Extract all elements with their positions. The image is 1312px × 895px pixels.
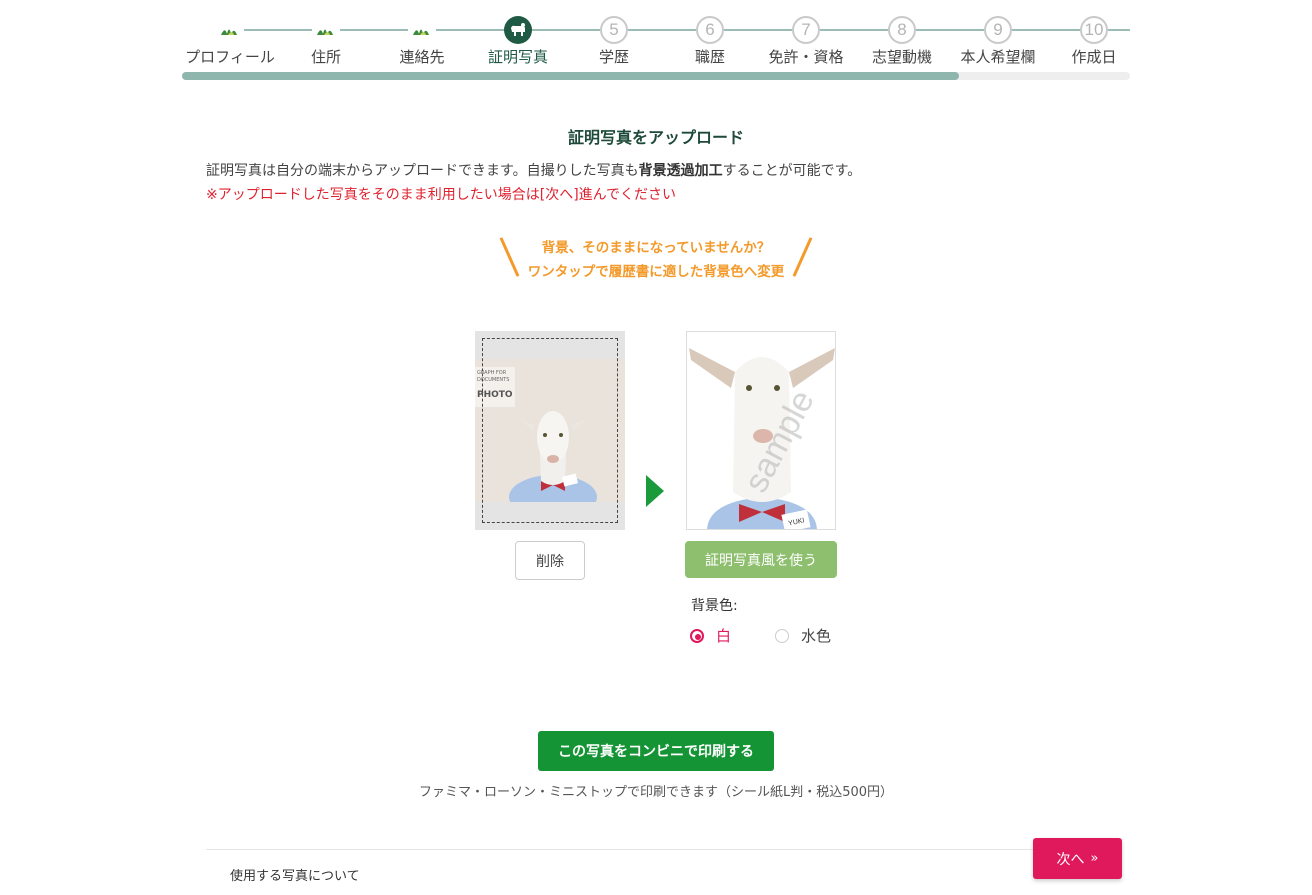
step-licenses[interactable]: 7 免許・資格 [758,14,854,70]
step-label: 住所 [310,48,341,66]
bg-radio-white[interactable]: 白 [690,625,731,646]
goat-icon [504,16,532,44]
grass-icon [312,16,340,44]
step-motivation[interactable]: 8 志望動機 [854,14,950,70]
step-address[interactable]: 住所 [278,14,374,70]
callout-line-1: 背景、そのままになっていませんか？ [541,240,771,256]
next-button-label: 次へ [1056,851,1085,868]
step-label: 作成日 [1071,48,1117,66]
step-number: 9 [984,16,1012,44]
step-number: 7 [792,16,820,44]
description: 証明写真は自分の端末からアップロードできます。自撮りした写真も背景透過加工するこ… [206,160,861,180]
step-number: 8 [888,16,916,44]
arrow-right-icon [646,475,664,507]
print-at-convenience-store-button[interactable]: この写真をコンビニで印刷する [538,731,774,771]
progress-stepper: プロフィール 住所 連絡先 証明写真 5 学歴 6 職歴 7 免許・資格 8 志… [182,14,1130,84]
grass-icon [216,16,244,44]
bg-radio-white-label: 白 [716,627,732,645]
radio-checked-icon [690,628,704,643]
description-text: 証明写真は自分の端末からアップロードできます。自撮りした写真も [206,163,639,179]
grass-icon [408,16,436,44]
bg-radio-lightblue[interactable]: 水色 [775,625,831,646]
callout: 背景、そのままになっていませんか？ ワンタップで履歴書に適した背景色へ変更 [498,234,814,280]
step-number: 10 [1080,16,1108,44]
step-profile[interactable]: プロフィール [182,14,278,70]
divider [206,849,1106,850]
step-work-history[interactable]: 6 職歴 [662,14,758,70]
step-label: プロフィール [185,48,275,66]
progress-bar [182,72,1130,80]
step-date[interactable]: 10 作成日 [1046,14,1142,70]
crop-guide [482,338,618,523]
bg-radio-lightblue-label: 水色 [801,627,832,645]
step-contact[interactable]: 連絡先 [374,14,470,70]
bg-color-label: 背景色: [691,598,738,614]
step-label: 免許・資格 [768,48,844,66]
description-bold: 背景透過加工 [638,163,723,179]
step-education[interactable]: 5 学歴 [566,14,662,70]
step-photo[interactable]: 証明写真 [470,14,566,70]
step-number: 6 [696,16,724,44]
step-label: 証明写真 [487,48,548,66]
step-number: 5 [600,16,628,44]
warning-text: ※アップロードした写真をそのまま利用したい場合は[次へ]進んでください [206,187,676,203]
callout-line-2: ワンタップで履歴書に適した背景色へ変更 [527,264,785,280]
progress-bar-fill [182,72,960,80]
about-photo-link[interactable]: 使用する写真について [230,865,360,884]
next-button[interactable]: 次へ » [1033,838,1122,879]
double-chevron-right-icon: » [1090,851,1099,866]
step-label: 本人希望欄 [960,48,1036,66]
processed-photo: YUKI sample [686,331,836,530]
radio-unchecked-icon [775,628,789,643]
step-label: 職歴 [694,48,725,66]
step-requests[interactable]: 9 本人希望欄 [950,14,1046,70]
description-text-end: することが可能です。 [722,163,862,179]
uploaded-photo[interactable]: GRAPH FOR DOCUMENTS PHOTO [475,331,625,530]
print-note: ファミマ・ローソン・ミニストップで印刷できます（シール紙L判・税込500円） [418,785,894,800]
step-label: 志望動機 [871,48,932,66]
use-idphoto-button[interactable]: 証明写真風を使う [685,541,837,578]
delete-button[interactable]: 削除 [515,541,585,580]
step-label: 学歴 [598,48,629,66]
step-label: 連絡先 [399,48,445,66]
page-title: 証明写真をアップロード [567,128,744,147]
